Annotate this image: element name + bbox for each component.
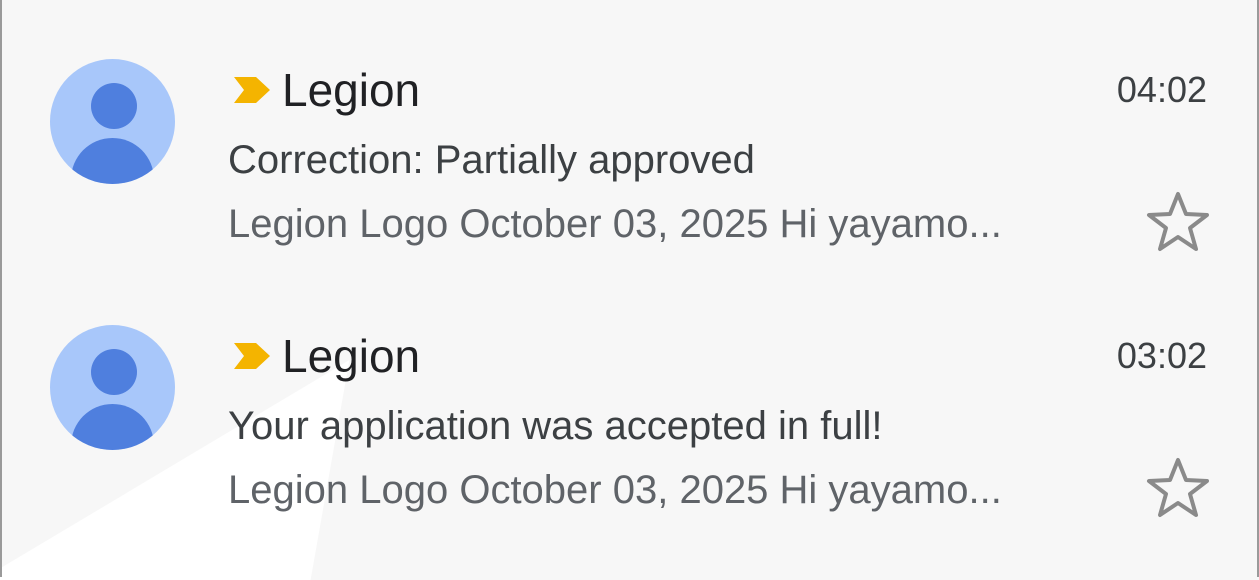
email-time: 03:02 <box>1116 335 1207 376</box>
sender-avatar[interactable] <box>50 325 175 450</box>
star-icon[interactable] <box>1145 456 1211 522</box>
sender-name: Legion <box>282 64 421 116</box>
sender-name: Legion <box>282 330 421 382</box>
sender-avatar[interactable] <box>50 59 175 184</box>
email-snippet: Legion Logo October 03, 2025 Hi yayamo..… <box>228 202 1002 246</box>
person-avatar-icon <box>91 83 137 129</box>
email-time: 04:02 <box>1116 69 1207 110</box>
importance-marker-icon <box>234 343 270 369</box>
email-list-item[interactable]: Legion 04:02 Correction: Partially appro… <box>0 40 1259 260</box>
email-list-item[interactable]: Legion 03:02 Your application was accept… <box>0 306 1259 526</box>
email-subject: Correction: Partially approved <box>228 138 755 182</box>
person-avatar-body-icon <box>71 404 154 450</box>
person-avatar-icon <box>91 349 137 395</box>
importance-marker-icon <box>234 77 270 103</box>
email-subject: Your application was accepted in full! <box>228 404 883 448</box>
email-snippet: Legion Logo October 03, 2025 Hi yayamo..… <box>228 468 1002 512</box>
star-icon[interactable] <box>1145 190 1211 256</box>
person-avatar-body-icon <box>71 138 154 184</box>
